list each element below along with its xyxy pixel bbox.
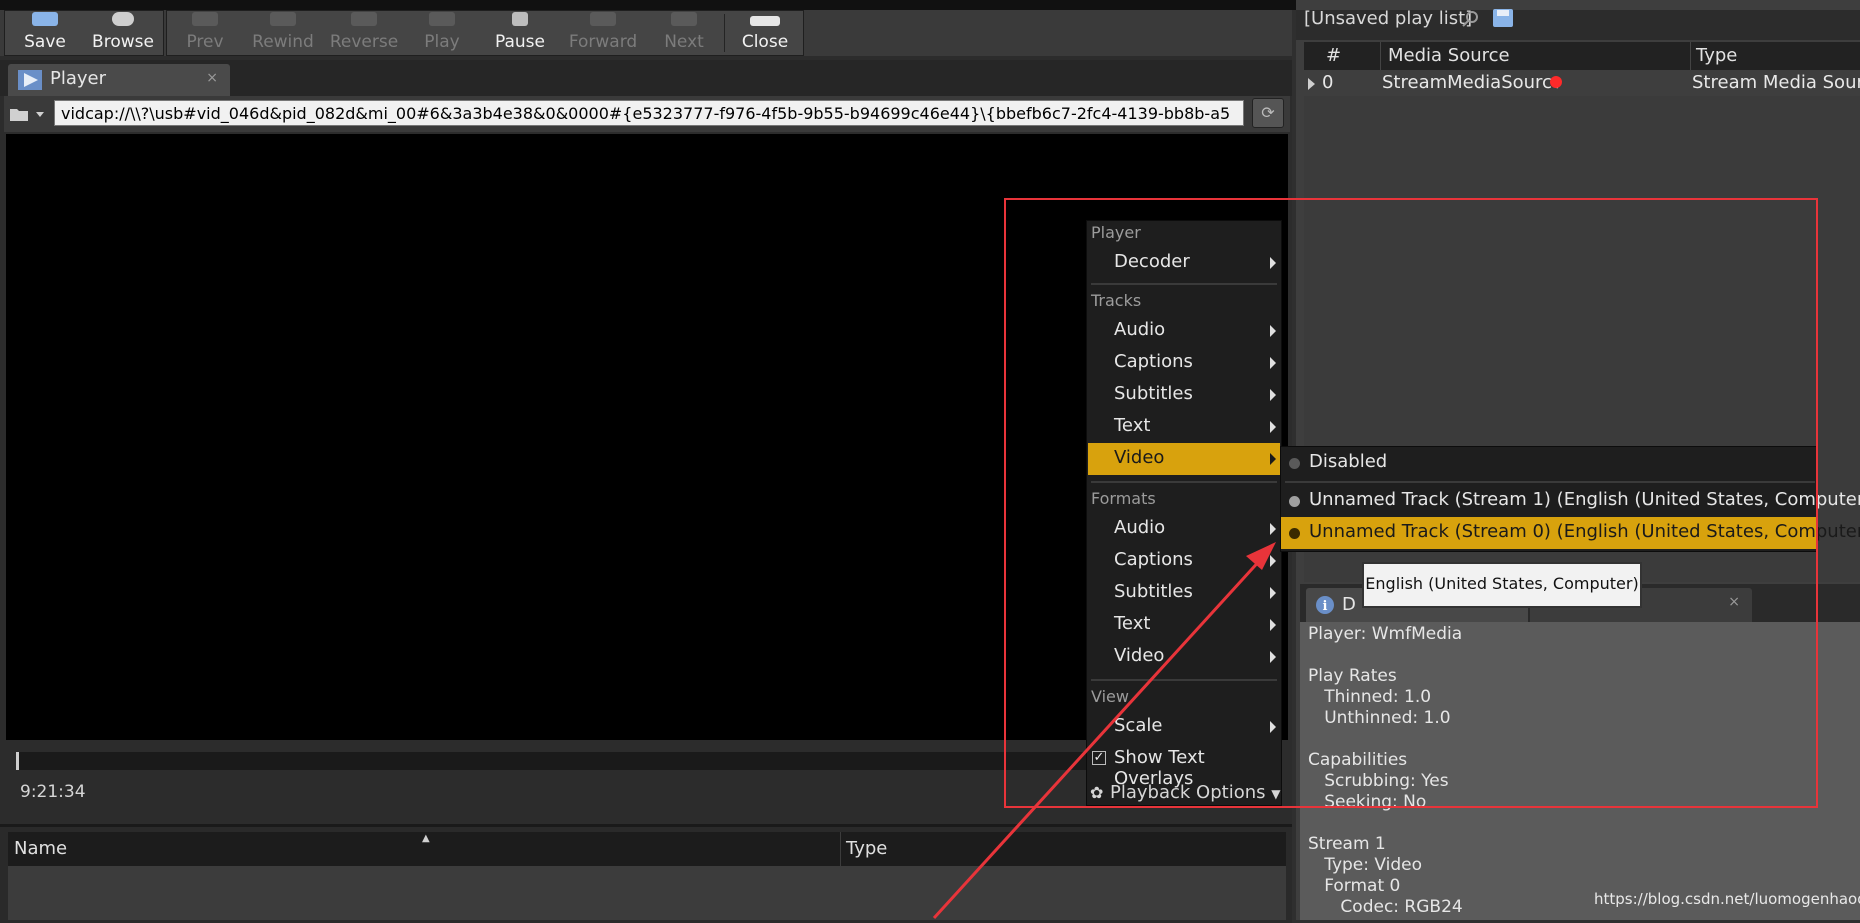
row-media-source: StreamMediaSource_0 [1382,72,1558,93]
browse-icon [112,12,134,26]
current-time: 9:21:34 [20,782,86,802]
forward-icon [590,12,616,26]
scrub-bar[interactable] [16,752,1086,770]
refresh-icon: ⟳ [1261,103,1275,122]
folder-icon[interactable] [8,104,48,124]
annotation-highlight-box [1004,198,1818,808]
sort-ascending-icon: ▲ [422,833,430,844]
column-index[interactable]: # [1326,45,1341,66]
close-media-icon [750,16,780,26]
player-tab-label: Player [50,68,107,89]
tab-player[interactable]: Player × [8,64,230,96]
column-media-source[interactable]: Media Source [1388,45,1510,66]
column-divider[interactable] [1380,42,1381,70]
expand-arrow-icon[interactable] [1308,78,1316,90]
row-type: Stream Media Source [1692,72,1860,93]
column-type[interactable]: Type [1696,45,1737,66]
playlist-title: [Unsaved play list] [1304,8,1473,29]
save-playlist-icon[interactable] [1492,8,1514,28]
prev-icon [192,12,218,26]
media-library-list[interactable] [8,866,1286,920]
column-divider[interactable] [840,832,841,866]
forward-button[interactable]: Forward [562,10,644,56]
save-button[interactable]: Save [6,10,84,56]
column-divider[interactable] [1690,42,1691,70]
player-tab-icon [18,70,42,90]
search-icon[interactable] [1462,10,1480,28]
refresh-button[interactable]: ⟳ [1252,98,1284,128]
reverse-button[interactable]: Reverse [324,10,404,56]
playlist-column-header: # Media Source Type [1304,42,1860,70]
save-icon [32,12,58,26]
status-dot-icon [1550,76,1562,88]
media-library-header: Name Type [8,832,1286,866]
column-name[interactable]: Name [14,838,67,859]
media-url-input[interactable]: vidcap://\\?\usb#vid_046d&pid_082d&mi_00… [54,100,1244,126]
prev-button[interactable]: Prev [170,10,240,56]
next-icon [671,12,697,26]
pause-button[interactable]: Pause [480,10,560,56]
folder-dropdown-icon [10,109,44,121]
close-tab-icon[interactable]: × [206,70,218,86]
close-button[interactable]: Close [728,10,802,56]
pause-icon [512,12,528,26]
rewind-button[interactable]: Rewind [244,10,322,56]
reverse-icon [351,12,377,26]
play-button[interactable]: Play [406,10,478,56]
toolbar-separator [724,14,725,52]
row-index: 0 [1322,72,1334,93]
play-icon [429,12,455,26]
next-button[interactable]: Next [646,10,722,56]
playlist-row[interactable]: 0 StreamMediaSource_0 Stream Media Sourc… [1304,70,1860,96]
column-type[interactable]: Type [846,838,887,859]
media-toolbar: Save Browse Prev Rewind Reverse Play Pau… [0,10,1292,56]
scrub-handle[interactable] [16,752,19,770]
rewind-icon [270,12,296,26]
browse-button[interactable]: Browse [84,10,162,56]
watermark-text: https://blog.csdn.net/luomogenhaoqi [1594,890,1860,908]
